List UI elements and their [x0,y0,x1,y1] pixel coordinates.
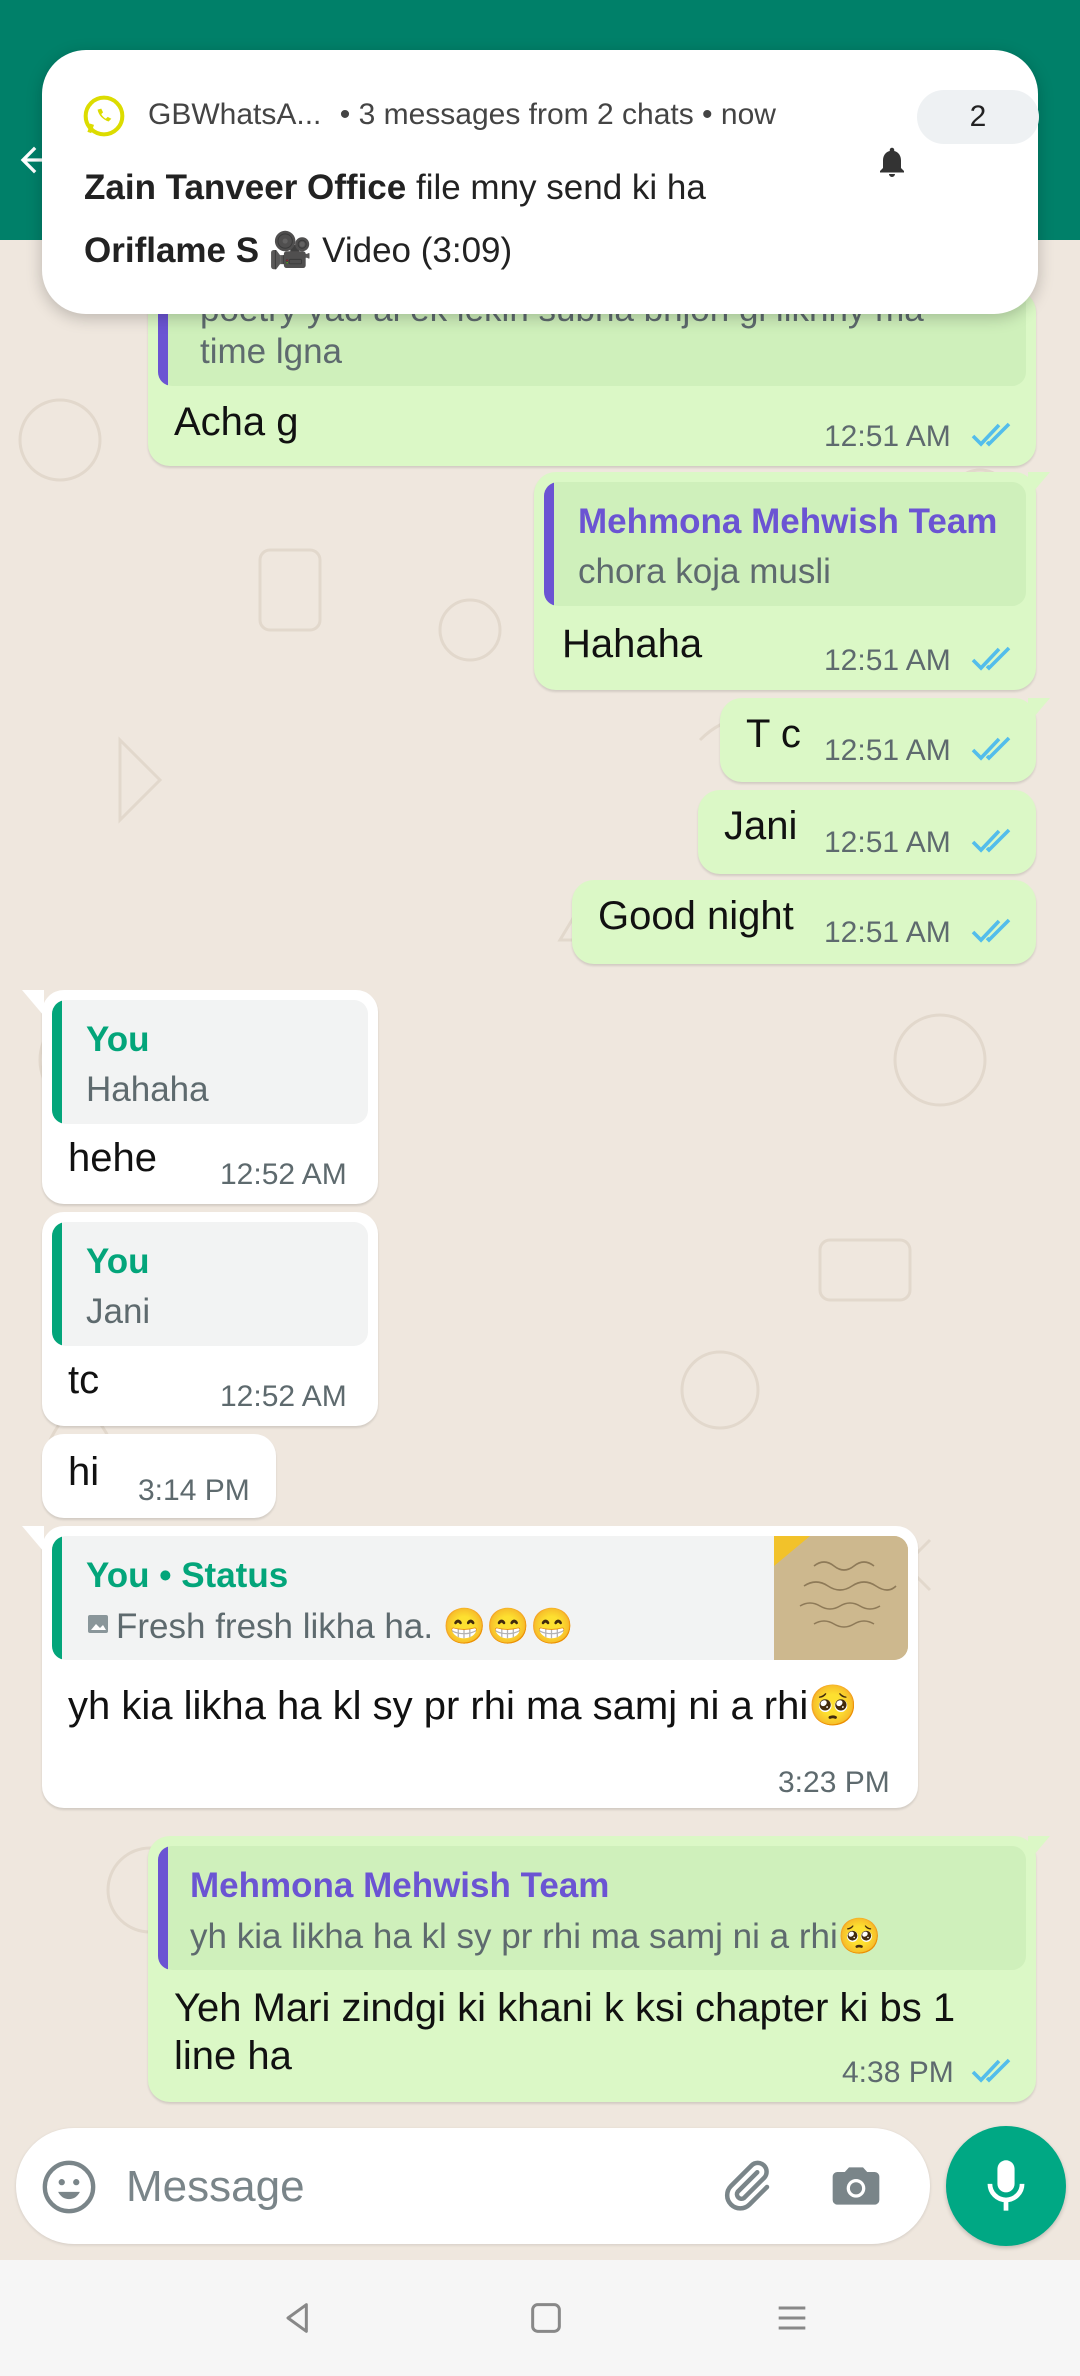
message-time: 3:23 PM [778,1766,890,1799]
voice-record-button[interactable] [946,2126,1066,2246]
status-reply-quote[interactable]: You • Status Fresh fresh likha ha. 😁😁😁 [52,1536,908,1660]
nav-recents-icon[interactable] [772,2298,812,2343]
notification-text: 🎥 Video (3:09) [268,231,513,270]
double-tick-icon [970,2056,1016,2086]
bubble-tail [1028,698,1050,724]
bubble-tail [22,990,44,1016]
outgoing-message[interactable]: Mehmona Mehwish Team chora koja musli Ha… [534,472,1050,690]
quote-bar [52,1536,62,1660]
notification-line: Oriflame S 🎥 Video (3:09) [84,230,512,271]
quote-bar [52,1000,62,1124]
quote-text: Jani [86,1292,151,1331]
message-text: Acha g [174,400,299,444]
bubble-tail [22,1526,44,1552]
notification-summary: • 3 messages from 2 chats • now [339,98,776,131]
quote-sender: Mehmona Mehwish Team [190,1866,610,1905]
message-text: Hahaha [562,622,703,666]
outgoing-message[interactable]: Jani 12:51 AM [698,790,1036,874]
message-composer[interactable]: Message [16,2128,930,2244]
notification-line: Zain Tanveer Office file mny send ki ha [84,168,706,208]
quote-sender: You [86,1242,150,1281]
emoji-icon[interactable] [40,2158,98,2221]
quote-sender: You • Status [86,1556,289,1595]
message-text: Good night [598,894,794,938]
reply-quote[interactable]: Mehmona Mehwish Team yh kia likha ha kl … [158,1846,1026,1970]
notification-count-badge: 2 [917,90,1039,144]
double-tick-icon [970,734,1016,764]
notification-card[interactable]: GBWhatsA... • 3 messages from 2 chats • … [42,50,1039,314]
message-time: 12:52 AM [220,1158,347,1191]
bubble-tail [1028,472,1050,498]
message-time: 12:52 AM [220,1380,347,1413]
notification-sender: Zain Tanveer Office [84,168,407,207]
message-text: Jani [724,804,798,848]
outgoing-message[interactable]: Mehmona Mehwish Team yh kia likha ha kl … [148,1836,1050,2102]
quote-text: chora koja musli [578,552,831,591]
notification-app-name: GBWhatsA... [148,98,322,131]
message-time: 12:51 AM [824,826,951,859]
paperclip-icon[interactable] [716,2156,776,2221]
message-time: 12:51 AM [824,420,951,453]
message-time: 4:38 PM [842,2056,954,2089]
message-input[interactable]: Message [126,2162,305,2212]
quote-text: time lgna [200,332,343,371]
image-icon [86,1612,110,1641]
outgoing-message[interactable]: T c 12:51 AM [720,698,1050,782]
reply-quote[interactable]: You Hahaha [52,1000,368,1124]
incoming-message[interactable]: You Hahaha hehe 12:52 AM [22,990,378,1204]
incoming-message[interactable]: You Jani tc 12:52 AM [42,1212,378,1426]
notification-sender: Oriflame S [84,231,260,270]
quote-bar [544,482,554,606]
quote-sender: Mehmona Mehwish Team [578,502,998,541]
incoming-message[interactable]: You • Status Fresh fresh likha ha. 😁😁😁 y… [22,1526,918,1808]
message-text: tc [68,1358,100,1402]
system-navigation-bar [0,2260,1080,2376]
nav-home-icon[interactable] [526,2298,566,2343]
quote-bar [52,1222,62,1346]
nav-back-icon[interactable] [278,2298,318,2343]
quote-text: Fresh fresh likha ha. 😁😁😁 [116,1607,574,1646]
bell-icon[interactable] [874,144,910,185]
message-text: hehe [68,1136,157,1180]
quote-text: yh kia likha ha kl sy pr rhi ma samj ni … [190,1917,882,1956]
bubble-tail [1028,1836,1050,1862]
camera-icon[interactable] [828,2158,884,2219]
double-tick-icon [970,420,1016,450]
whatsapp-icon [82,94,126,138]
double-tick-icon [970,644,1016,674]
status-thumbnail[interactable] [774,1536,908,1660]
notification-header: GBWhatsA... • 3 messages from 2 chats • … [148,98,776,132]
message-text: T c [746,712,801,756]
message-time: 12:51 AM [824,734,951,767]
outgoing-message[interactable]: poetry yad ai ek lekin subha bhjon gi li… [148,290,1036,466]
message-time: 12:51 AM [824,916,951,949]
message-text-line: Yeh Mari zindgi ki khani k ksi chapter k… [174,1986,956,2030]
incoming-message[interactable]: hi 3:14 PM [42,1434,276,1518]
double-tick-icon [970,826,1016,856]
message-time: 3:14 PM [138,1474,250,1507]
message-text: hi [68,1450,100,1494]
reply-quote[interactable]: Mehmona Mehwish Team chora koja musli [544,482,1026,606]
message-time: 12:51 AM [824,644,951,677]
notification-text: file mny send ki ha [415,168,706,207]
message-text-line: line ha [174,2034,292,2078]
reply-quote[interactable]: You Jani [52,1222,368,1346]
double-tick-icon [970,916,1016,946]
outgoing-message[interactable]: Good night 12:51 AM [572,880,1036,964]
quote-sender: You [86,1020,150,1059]
quote-text: Hahaha [86,1070,209,1109]
quote-bar [158,1846,168,1970]
message-text: yh kia likha ha kl sy pr rhi ma samj ni … [68,1684,859,1728]
